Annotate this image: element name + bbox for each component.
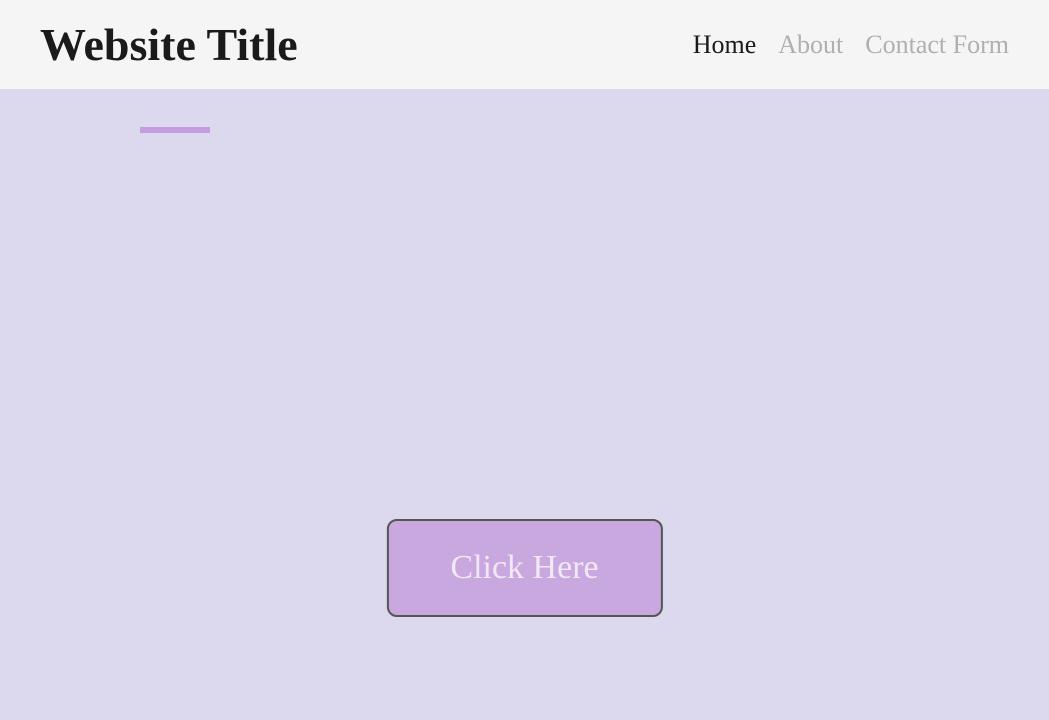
accent-bar	[140, 127, 210, 133]
cta-button[interactable]: Click Here	[386, 519, 662, 617]
nav-link-about[interactable]: About	[778, 30, 843, 60]
main-nav: Home About Contact Form	[693, 30, 1009, 60]
nav-link-home[interactable]: Home	[693, 30, 757, 60]
site-title: Website Title	[40, 18, 298, 71]
hero-section: Click Here	[0, 89, 1049, 720]
nav-link-contact[interactable]: Contact Form	[865, 30, 1009, 60]
header: Website Title Home About Contact Form	[0, 0, 1049, 89]
